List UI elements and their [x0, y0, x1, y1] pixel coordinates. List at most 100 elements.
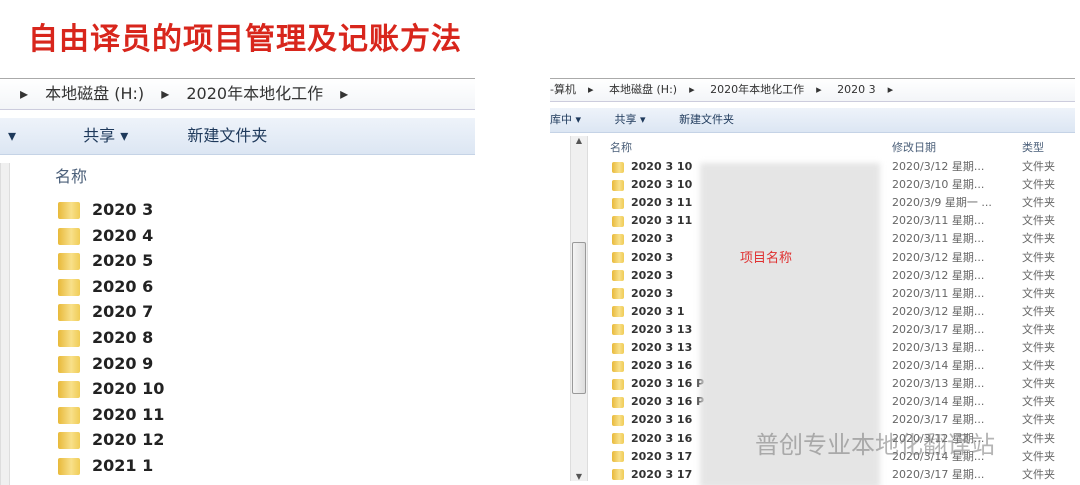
folder-icon — [612, 324, 624, 336]
folder-icon — [58, 381, 80, 399]
folder-icon — [612, 197, 624, 209]
folder-row[interactable]: 2020 10 — [58, 379, 165, 399]
breadcrumb-arrow-icon: ▸ — [887, 83, 894, 96]
folder-name: 2020 5 — [92, 251, 154, 271]
folder-icon — [58, 304, 80, 322]
folder-icon — [612, 378, 624, 390]
breadcrumb[interactable]: -算机 ▸ 本地磁盘 (H:) ▸ 2020年本地化工作 ▸ 2020 3 ▸ — [550, 78, 1075, 102]
file-type: 文件夹 — [1022, 160, 1055, 173]
folder-icon — [58, 432, 80, 450]
breadcrumb-item[interactable]: 2020年本地化工作 — [186, 84, 323, 103]
file-type: 文件夹 — [1022, 250, 1055, 264]
folder-row[interactable]: 2020 11 — [58, 405, 164, 424]
scrollbar[interactable]: ▲ ▼ — [570, 136, 588, 481]
folder-icon — [58, 330, 80, 347]
file-type: 文件夹 — [1022, 214, 1055, 228]
breadcrumb-item[interactable]: 2020 3 — [837, 83, 876, 96]
file-name: 2020 3 13 — [631, 322, 693, 336]
file-date: 2020/3/11 星期... — [892, 214, 985, 228]
file-name: 2020 3 11 — [631, 196, 693, 210]
file-date: 2020/3/14 星期... — [892, 359, 985, 373]
folder-row[interactable]: 2020 6 — [58, 277, 153, 296]
breadcrumb-item[interactable]: 本地磁盘 (H:) — [609, 83, 677, 96]
file-type: 文件夹 — [1022, 377, 1055, 391]
file-name: 2020 3 16 — [631, 359, 693, 373]
folder-icon — [612, 360, 624, 372]
share-button[interactable]: 共享 ▾ — [615, 108, 646, 132]
folder-icon — [58, 458, 80, 475]
file-date: 2020/3/9 星期一 ... — [892, 196, 992, 210]
folder-row[interactable]: 2021 1 — [58, 456, 153, 475]
file-name: 2020 3 10 — [631, 178, 693, 192]
file-type: 文件夹 — [1022, 449, 1055, 463]
scrollbar[interactable] — [0, 163, 10, 485]
scroll-down-icon[interactable]: ▼ — [571, 472, 587, 481]
folder-name: 2020 10 — [92, 379, 165, 399]
scroll-up-icon[interactable]: ▲ — [571, 136, 587, 145]
file-date: 2020/3/10 星期... — [892, 178, 985, 192]
folder-row[interactable]: 2020 3 — [58, 200, 153, 219]
new-folder-button[interactable]: 新建文件夹 — [187, 118, 267, 154]
share-button[interactable]: 共享 ▾ — [83, 118, 128, 154]
file-name: 2020 3 17 — [631, 449, 693, 463]
folder-icon — [612, 469, 624, 481]
scrollbar-thumb[interactable] — [572, 242, 586, 394]
file-type: 文件夹 — [1022, 286, 1055, 300]
explorer-left: ▸ 本地磁盘 (H:) ▸ 2020年本地化工作 ▸ ▾ 共享 ▾ 新建文件夹 … — [0, 68, 475, 485]
explorer-right: -算机 ▸ 本地磁盘 (H:) ▸ 2020年本地化工作 ▸ 2020 3 ▸ 库中 ▾… — [550, 58, 1075, 485]
breadcrumb-arrow-icon: ▸ — [689, 83, 695, 96]
folder-icon — [612, 396, 624, 408]
file-date: 2020/3/12 星期... — [892, 250, 985, 264]
breadcrumb-arrow-icon: ▸ — [816, 83, 822, 96]
breadcrumb-item[interactable]: 本地磁盘 (H:) — [45, 84, 144, 103]
column-header-type[interactable]: 类型 — [1022, 139, 1044, 155]
breadcrumb-arrow-icon: ▸ — [340, 84, 349, 103]
new-folder-button[interactable]: 新建文件夹 — [679, 108, 734, 132]
folder-row[interactable]: 2020 4 — [58, 226, 153, 245]
file-date: 2020/3/13 星期... — [892, 377, 985, 391]
file-type: 文件夹 — [1022, 359, 1055, 373]
folder-row[interactable]: 2020 9 — [58, 354, 153, 373]
toolbar: 库中 ▾ 共享 ▾ 新建文件夹 — [550, 108, 1075, 133]
breadcrumb-arrow-icon: ▸ — [20, 84, 29, 103]
folder-name: 2020 7 — [92, 302, 154, 322]
folder-icon — [58, 278, 80, 296]
file-date: 2020/3/11 星期... — [892, 286, 985, 300]
file-date: 2020/3/12 星期... — [892, 304, 985, 318]
file-name: 2020 3 1 — [631, 304, 685, 318]
file-name: 2020 3 16 — [631, 431, 693, 445]
file-date: 2020/3/11 星期... — [892, 232, 985, 246]
folder-icon — [58, 355, 80, 373]
folder-icon — [612, 414, 624, 426]
file-type: 文件夹 — [1022, 467, 1055, 481]
breadcrumb[interactable]: ▸ 本地磁盘 (H:) ▸ 2020年本地化工作 ▸ — [0, 78, 475, 110]
folder-icon — [612, 433, 624, 444]
folder-icon — [612, 306, 624, 318]
file-name: 2020 3 — [631, 268, 674, 282]
folder-icon — [612, 270, 624, 282]
breadcrumb-arrow-icon: ▸ — [587, 83, 594, 96]
file-type: 文件夹 — [1022, 196, 1055, 210]
column-header-name[interactable]: 名称 — [55, 163, 87, 187]
folder-row[interactable]: 2020 5 — [58, 251, 154, 271]
folder-icon — [612, 161, 624, 173]
folder-name: 2020 12 — [92, 430, 165, 450]
column-header-name[interactable]: 名称 — [610, 139, 632, 155]
folder-icon — [58, 406, 80, 424]
file-type: 文件夹 — [1022, 268, 1055, 282]
file-name: 2020 3 13 — [631, 341, 693, 354]
breadcrumb-item[interactable]: 2020年本地化工作 — [710, 83, 804, 96]
library-button[interactable]: 库中 ▾ — [550, 108, 581, 132]
folder-icon — [612, 288, 624, 300]
file-name: 2020 3 16 — [631, 413, 693, 427]
folder-name: 2020 6 — [92, 276, 154, 296]
folder-row[interactable]: 2020 12 — [58, 430, 165, 450]
column-header-date[interactable]: 修改日期 — [892, 139, 936, 155]
folder-icon — [612, 179, 624, 191]
folder-row[interactable]: 2020 7 — [58, 302, 154, 322]
folder-row[interactable]: 2020 8 — [58, 328, 153, 347]
file-type: 文件夹 — [1022, 431, 1055, 445]
file-name: 2020 3 11 — [631, 214, 693, 228]
chevron-down-icon[interactable]: ▾ — [8, 118, 16, 154]
breadcrumb-item[interactable]: -算机 — [550, 83, 576, 96]
